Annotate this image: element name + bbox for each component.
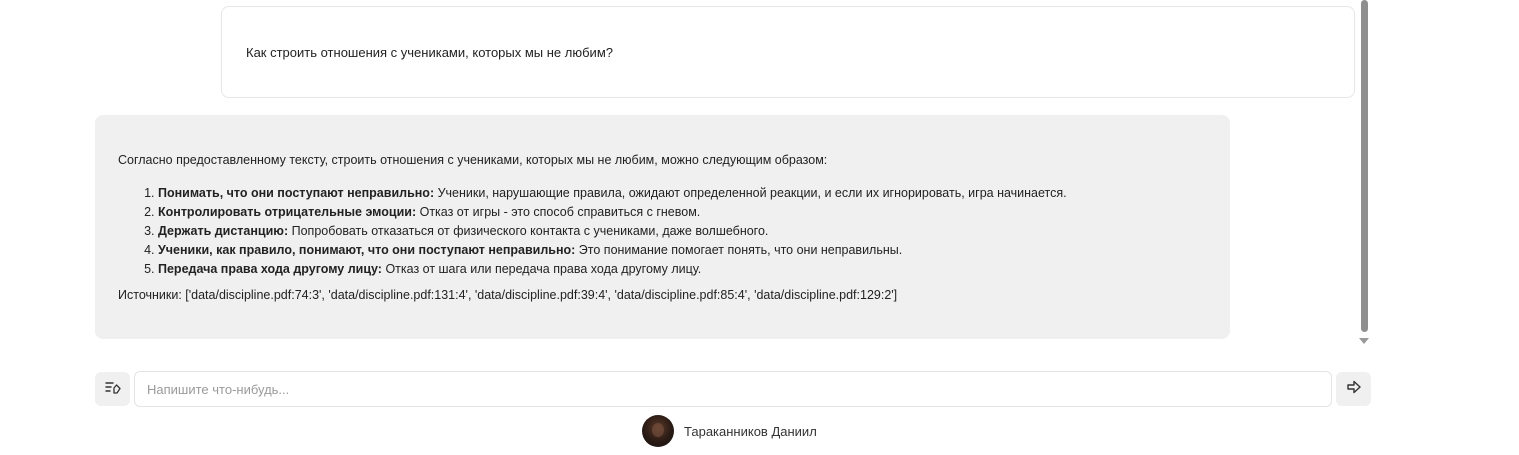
send-arrow-icon bbox=[1346, 379, 1362, 400]
list-item-text: Ученики, нарушающие правила, ожидают опр… bbox=[434, 186, 1067, 200]
list-item: Понимать, что они поступают неправильно:… bbox=[158, 184, 1067, 203]
chat-scrollbar-thumb[interactable] bbox=[1361, 0, 1368, 332]
user-name: Тараканников Даниил bbox=[684, 423, 817, 439]
scroll-down-arrow-icon[interactable] bbox=[1359, 338, 1369, 344]
assistant-answer-list: Понимать, что они поступают неправильно:… bbox=[118, 184, 1067, 279]
current-user: Тараканников Даниил bbox=[642, 415, 817, 447]
list-item: Ученики, как правило, понимают, что они … bbox=[158, 241, 1067, 260]
clear-chat-icon bbox=[104, 379, 121, 400]
assistant-sources: Источники: ['data/discipline.pdf:74:3', … bbox=[118, 288, 898, 302]
user-message-bubble: Как строить отношения с учениками, котор… bbox=[221, 6, 1355, 98]
avatar bbox=[642, 415, 674, 447]
list-item-heading: Передача права хода другому лицу: bbox=[158, 262, 382, 276]
list-item: Передача права хода другому лицу: Отказ … bbox=[158, 260, 1067, 279]
list-item-text: Это понимание помогает понять, что они н… bbox=[575, 243, 903, 257]
chat-input-row bbox=[95, 371, 1372, 407]
send-button[interactable] bbox=[1336, 372, 1371, 406]
list-item-heading: Контролировать отрицательные эмоции: bbox=[158, 205, 417, 219]
list-item-text: Отказ от игры - это способ справиться с … bbox=[416, 205, 701, 219]
chat-page: Как строить отношения с учениками, котор… bbox=[0, 0, 1519, 455]
message-input[interactable] bbox=[134, 371, 1332, 407]
list-item-heading: Держать дистанцию: bbox=[158, 224, 289, 238]
user-message-text: Как строить отношения с учениками, котор… bbox=[246, 45, 613, 60]
clear-chat-button[interactable] bbox=[95, 372, 130, 406]
list-item-heading: Понимать, что они поступают неправильно: bbox=[158, 186, 435, 200]
list-item-text: Попробовать отказаться от физического ко… bbox=[288, 224, 769, 238]
list-item: Контролировать отрицательные эмоции: Отк… bbox=[158, 203, 1067, 222]
list-item-text: Отказ от шага или передача права хода др… bbox=[381, 262, 702, 276]
list-item-heading: Ученики, как правило, понимают, что они … bbox=[158, 243, 576, 257]
assistant-message-bubble: Согласно предоставленному тексту, строит… bbox=[95, 115, 1230, 339]
assistant-intro-text: Согласно предоставленному тексту, строит… bbox=[118, 153, 828, 167]
list-item: Держать дистанцию: Попробовать отказатьс… bbox=[158, 222, 1067, 241]
